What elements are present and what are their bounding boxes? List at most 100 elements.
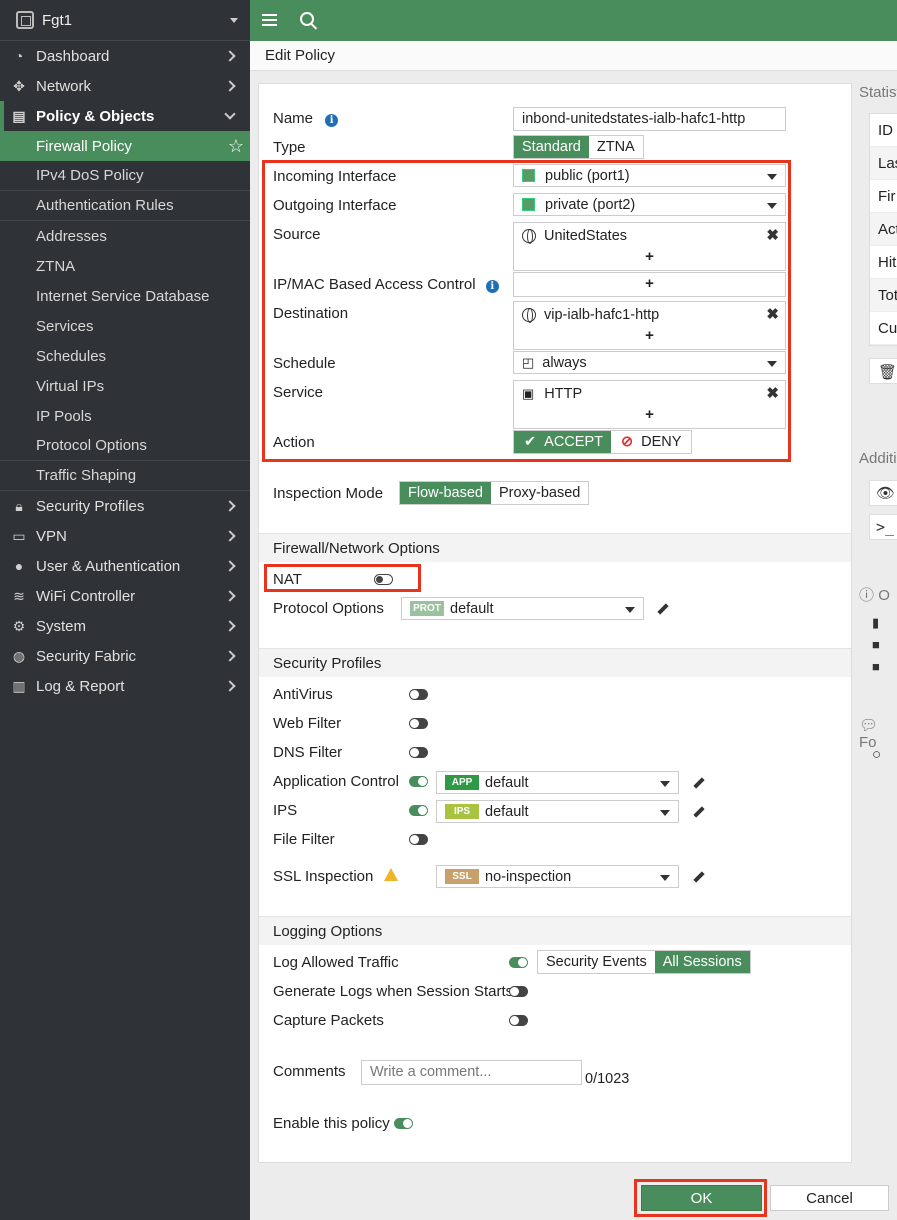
log-allowed-traffic-toggle[interactable]: [509, 957, 528, 968]
ips-value: default: [485, 803, 529, 820]
chevron-right-icon: [224, 50, 236, 62]
application-control-label: Application Control: [273, 773, 399, 790]
page-title: Edit Policy: [250, 41, 897, 71]
edit-pencil-icon[interactable]: [691, 870, 705, 884]
proxy-based-option[interactable]: Proxy-based: [491, 482, 588, 504]
info-icon[interactable]: i: [325, 114, 339, 127]
cancel-button[interactable]: Cancel: [770, 1185, 889, 1211]
sidebar-item-dashboard[interactable]: ◔ Dashboard: [0, 41, 250, 71]
sidebar-item-network[interactable]: ✥ Network: [0, 71, 250, 101]
ssl-inspection-value: no-inspection: [485, 868, 572, 885]
forum-link[interactable]: ○: [872, 746, 881, 763]
video-icon: ■: [872, 637, 880, 652]
inspection-mode-toggle: Flow-based Proxy-based: [399, 481, 590, 505]
sidebar-item-security-fabric[interactable]: ◍ Security Fabric: [0, 641, 250, 671]
sidebar-item-user-authentication[interactable]: ● User & Authentication: [0, 551, 250, 581]
ips-toggle[interactable]: [409, 805, 428, 816]
trash-icon: 🗑︎: [878, 364, 897, 381]
webfilter-toggle[interactable]: [409, 718, 428, 729]
protocol-options-value: default: [450, 600, 494, 617]
sidebar-item-virtual-ips[interactable]: Virtual IPs: [0, 371, 250, 401]
ssl-badge: SSL: [445, 869, 479, 884]
laptop-icon: ▭: [12, 527, 26, 544]
chevron-down-icon: [625, 607, 635, 613]
chevron-right-icon: [224, 650, 236, 662]
stat-row: ID: [870, 114, 897, 147]
inspection-mode-label: Inspection Mode: [273, 485, 384, 502]
enable-policy-toggle[interactable]: [394, 1118, 413, 1129]
comments-textarea[interactable]: Write a comment...: [361, 1060, 582, 1085]
question-icon: ⓘ: [859, 587, 875, 604]
sidebar-item-log-report[interactable]: ▥ Log & Report: [0, 671, 250, 701]
gear-icon: ⚙: [12, 617, 26, 634]
warning-icon: [383, 868, 398, 881]
antivirus-toggle[interactable]: [409, 689, 428, 700]
app-badge: APP: [445, 775, 479, 790]
sidebar-item-ztna[interactable]: ZTNA: [0, 251, 250, 281]
hamburger-menu-icon[interactable]: [262, 14, 277, 27]
sidebar-item-label: User & Authentication: [36, 557, 181, 575]
help-links[interactable]: ▮ ■ ■: [872, 612, 880, 678]
log-allowed-traffic-label: Log Allowed Traffic: [273, 954, 399, 971]
sidebar-item-label: WiFi Controller: [36, 587, 136, 605]
stat-row: Cu: [870, 312, 897, 345]
capture-packets-toggle[interactable]: [509, 1015, 528, 1026]
type-standard-option[interactable]: Standard: [514, 136, 589, 158]
edit-pencil-icon[interactable]: [691, 805, 705, 819]
ok-button[interactable]: OK: [641, 1185, 762, 1211]
ssl-inspection-label: SSL Inspection: [273, 868, 398, 885]
sidebar-item-wifi-controller[interactable]: ≋ WiFi Controller: [0, 581, 250, 611]
application-control-toggle[interactable]: [409, 776, 428, 787]
name-label: Name i: [273, 110, 339, 127]
sidebar-item-vpn[interactable]: ▭ VPN: [0, 521, 250, 551]
ips-select[interactable]: IPS default: [436, 800, 679, 823]
highlight-box: [264, 564, 421, 592]
user-icon: ●: [14, 558, 24, 574]
all-sessions-option[interactable]: All Sessions: [654, 951, 750, 973]
device-selector[interactable]: Fgt1: [0, 0, 250, 41]
eye-icon: 👁︎: [876, 485, 896, 502]
sidebar-item-internet-service-database[interactable]: Internet Service Database: [0, 281, 250, 311]
chevron-down-icon: [660, 875, 670, 881]
dnsfilter-toggle[interactable]: [409, 747, 428, 758]
dashboard-icon: ◔: [14, 48, 24, 64]
comments-label: Comments: [273, 1063, 346, 1080]
chart-icon: ▥: [12, 677, 26, 694]
sidebar-item-services[interactable]: Services: [0, 311, 250, 341]
sidebar-item-firewall-policy[interactable]: Firewall Policy ☆: [0, 131, 250, 161]
type-ztna-option[interactable]: ZTNA: [589, 136, 643, 158]
sidebar-item-protocol-options[interactable]: Protocol Options: [0, 431, 250, 461]
cli-button[interactable]: >_: [869, 514, 897, 540]
security-events-option[interactable]: Security Events: [538, 951, 655, 973]
sidebar-item-system[interactable]: ⚙ System: [0, 611, 250, 641]
sidebar-item-ip-pools[interactable]: IP Pools: [0, 401, 250, 431]
sidebar-item-traffic-shaping[interactable]: Traffic Shaping: [0, 461, 250, 491]
view-button[interactable]: 👁︎: [869, 480, 897, 506]
type-label: Type: [273, 139, 306, 156]
firewall-network-options-header: Firewall/Network Options: [259, 533, 851, 562]
file-filter-toggle[interactable]: [409, 834, 428, 845]
application-control-select[interactable]: APP default: [436, 771, 679, 794]
sidebar-item-addresses[interactable]: Addresses: [0, 221, 250, 251]
search-icon[interactable]: [300, 12, 314, 26]
protocol-options-select[interactable]: PROT default: [401, 597, 644, 620]
stat-row: Act: [870, 213, 897, 246]
generate-logs-toggle[interactable]: [509, 986, 528, 997]
edit-pencil-icon[interactable]: [655, 602, 669, 616]
sidebar-item-policy-objects[interactable]: ▤ Policy & Objects: [0, 101, 250, 131]
sidebar-item-schedules[interactable]: Schedules: [0, 341, 250, 371]
enable-policy-label: Enable this policy: [273, 1115, 390, 1132]
delete-button[interactable]: 🗑︎: [869, 358, 897, 384]
star-icon[interactable]: ☆: [228, 136, 244, 157]
sidebar-item-security-profiles[interactable]: 🔒︎ Security Profiles: [0, 491, 250, 521]
chevron-down-icon[interactable]: [230, 17, 238, 23]
clipboard-icon: ▤: [12, 107, 26, 124]
sidebar-item-ipv4-dos-policy[interactable]: IPv4 DoS Policy: [0, 161, 250, 191]
edit-pencil-icon[interactable]: [691, 776, 705, 790]
ssl-inspection-select[interactable]: SSL no-inspection: [436, 865, 679, 888]
flow-based-option[interactable]: Flow-based: [400, 482, 491, 504]
sidebar-item-label: Security Profiles: [36, 497, 145, 515]
name-input[interactable]: inbond-unitedstates-ialb-hafc1-http: [513, 107, 786, 131]
sidebar-item-authentication-rules[interactable]: Authentication Rules: [0, 191, 250, 221]
chevron-down-icon: [224, 108, 236, 120]
